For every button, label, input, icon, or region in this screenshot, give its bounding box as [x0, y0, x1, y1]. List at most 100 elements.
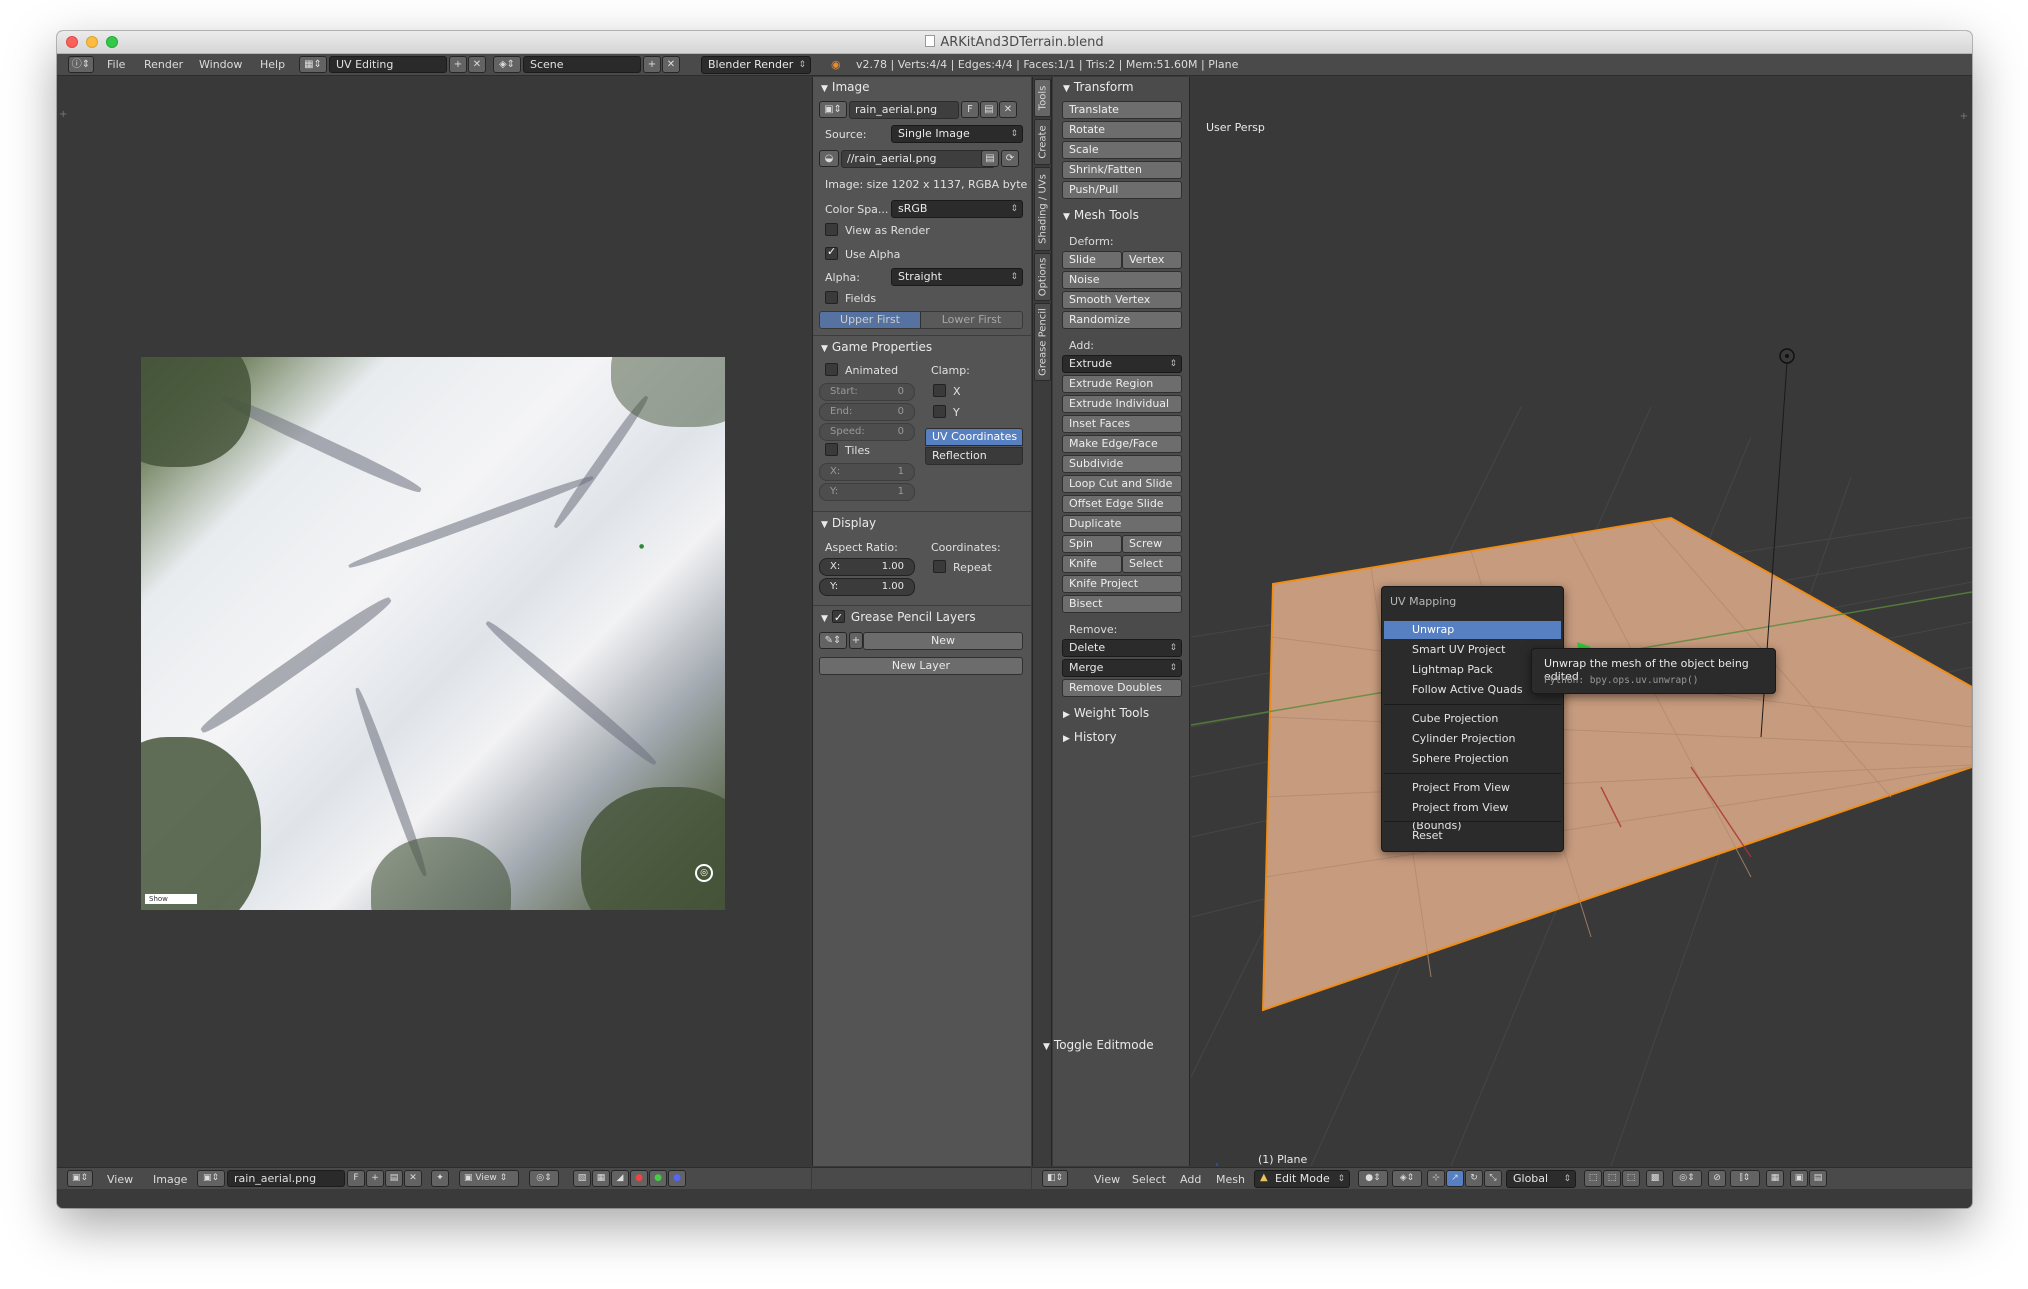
menu-render[interactable]: Render: [144, 58, 183, 71]
new-grease-pencil-button[interactable]: New: [863, 632, 1023, 650]
occlude-geometry-icon[interactable]: ▩: [1646, 1170, 1664, 1187]
panel-header-history[interactable]: ▶ History: [1053, 727, 1189, 747]
blue-channel-icon[interactable]: ●: [668, 1170, 686, 1187]
pivot-icon[interactable]: ◎⇕: [529, 1170, 559, 1187]
knife-select-button[interactable]: Select: [1122, 555, 1182, 573]
view-mode-dropdown[interactable]: ▣ View ⇕: [459, 1170, 519, 1187]
upper-first-toggle[interactable]: Upper First: [819, 311, 921, 329]
remove-doubles-button[interactable]: Remove Doubles: [1062, 679, 1182, 697]
inset-faces-button[interactable]: Inset Faces: [1062, 415, 1182, 433]
render-preview-icon[interactable]: ▣: [1790, 1170, 1808, 1187]
area-corner-icon[interactable]: +: [59, 109, 67, 120]
filepath-browse-icon[interactable]: ▤: [981, 150, 999, 167]
smooth-vertex-button[interactable]: Smooth Vertex: [1062, 291, 1182, 309]
tiles-checkbox[interactable]: [825, 443, 838, 456]
reload-icon[interactable]: ⟳: [1001, 150, 1019, 167]
rotate-button[interactable]: Rotate: [1062, 121, 1182, 139]
3d-editor-type-icon[interactable]: ◧⇕: [1042, 1170, 1068, 1187]
uv-fake-user-button[interactable]: F: [347, 1170, 365, 1187]
proportional-editing-icon[interactable]: ◎⇕: [1672, 1170, 1702, 1187]
extrude-individual-button[interactable]: Extrude Individual: [1062, 395, 1182, 413]
aspect-x-field[interactable]: X: 1.00: [819, 558, 915, 576]
aspect-y-field[interactable]: Y: 1.00: [819, 578, 915, 596]
shrink-fatten-button[interactable]: Shrink/Fatten: [1062, 161, 1182, 179]
slide-vertex-button[interactable]: Vertex: [1122, 251, 1182, 269]
tab-tools[interactable]: Tools: [1034, 79, 1051, 117]
panel-header-grease-pencil[interactable]: ▼Grease Pencil Layers: [813, 607, 1031, 628]
vertex-select-icon[interactable]: ⬚: [1584, 1170, 1602, 1187]
open-image-icon[interactable]: ▤: [980, 101, 998, 118]
use-alpha-checkbox[interactable]: [825, 245, 838, 260]
pivot-point-icon[interactable]: ◈⇕: [1392, 1170, 1422, 1187]
uv-coordinates-option[interactable]: UV Coordinates: [925, 428, 1023, 446]
unlink-image-icon[interactable]: ✕: [999, 101, 1017, 118]
source-dropdown[interactable]: Single Image: [891, 125, 1023, 143]
panel-header-weight-tools[interactable]: ▶ Weight Tools: [1053, 703, 1189, 723]
view-as-render-checkbox[interactable]: [825, 223, 838, 236]
render-animation-icon[interactable]: ▤: [1809, 1170, 1827, 1187]
scene-browse-icon[interactable]: ◈⇕: [493, 56, 521, 73]
alpha-icon[interactable]: ◢: [611, 1170, 629, 1187]
bisect-button[interactable]: Bisect: [1062, 595, 1182, 613]
info-editor-type-icon[interactable]: ⓘ⇕: [68, 56, 94, 73]
area-corner-icon-right[interactable]: +: [1960, 111, 1968, 122]
menu-item-unwrap[interactable]: Unwrap: [1384, 621, 1561, 639]
panel-header-game-properties[interactable]: ▼ Game Properties: [813, 337, 1031, 357]
subdivide-button[interactable]: Subdivide: [1062, 455, 1182, 473]
pin-icon[interactable]: ✦: [431, 1170, 449, 1187]
green-channel-icon[interactable]: ●: [649, 1170, 667, 1187]
uv-editor-type-icon[interactable]: ▣⇕: [67, 1170, 93, 1187]
grease-pencil-enable-checkbox[interactable]: [831, 608, 845, 628]
layout-browse-icon[interactable]: ▦⇕: [299, 56, 327, 73]
make-edge-face-button[interactable]: Make Edge/Face: [1062, 435, 1182, 453]
tab-shading-uvs[interactable]: Shading / UVs: [1034, 167, 1051, 251]
uv-open-image-icon[interactable]: ▤: [385, 1170, 403, 1187]
3d-menu-add[interactable]: Add: [1180, 1173, 1201, 1186]
layers-icon[interactable]: ▦: [1766, 1170, 1784, 1187]
translate-manipulator-icon[interactable]: ↗: [1446, 1170, 1464, 1187]
panel-header-display[interactable]: ▼ Display: [813, 513, 1031, 533]
menu-help[interactable]: Help: [260, 58, 285, 71]
3d-menu-select[interactable]: Select: [1132, 1173, 1166, 1186]
uv-image-name-field[interactable]: rain_aerial.png: [227, 1170, 345, 1187]
panel-header-image[interactable]: ▼ Image: [813, 77, 1031, 97]
scale-button[interactable]: Scale: [1062, 141, 1182, 159]
edge-select-icon[interactable]: ⬚: [1603, 1170, 1621, 1187]
scene-name-field[interactable]: Scene: [523, 56, 641, 73]
menu-item-sphere-projection[interactable]: Sphere Projection: [1384, 750, 1561, 768]
uv-menu-image[interactable]: Image: [153, 1173, 187, 1186]
filepath-field[interactable]: //rain_aerial.png: [841, 150, 995, 168]
end-field[interactable]: End: 0: [819, 403, 915, 421]
panel-header-transform[interactable]: ▼ Transform: [1053, 77, 1189, 97]
shading-icon[interactable]: ●⇕: [1358, 1170, 1388, 1187]
snap-element-icon[interactable]: ⫿⇕: [1730, 1170, 1760, 1187]
uv-image-editor[interactable]: + ● ◎ Show: [57, 77, 811, 1166]
image-name-field[interactable]: rain_aerial.png: [849, 101, 959, 119]
repeat-checkbox[interactable]: [933, 560, 946, 573]
checker-icon[interactable]: ▦: [592, 1170, 610, 1187]
animated-checkbox[interactable]: [825, 363, 838, 376]
3d-menu-mesh[interactable]: Mesh: [1216, 1173, 1245, 1186]
translate-button[interactable]: Translate: [1062, 101, 1182, 119]
uv-image-browse-icon[interactable]: ▣⇕: [197, 1170, 225, 1187]
fields-checkbox[interactable]: [825, 291, 838, 304]
panel-header-mesh-tools[interactable]: ▼ Mesh Tools: [1053, 205, 1189, 225]
3d-viewport[interactable]: User Persp +: [1191, 77, 1972, 1166]
randomize-button[interactable]: Randomize: [1062, 311, 1182, 329]
uv-menu-view[interactable]: View: [107, 1173, 133, 1186]
menu-item-cube-projection[interactable]: Cube Projection: [1384, 710, 1561, 728]
tab-options[interactable]: Options: [1034, 253, 1051, 301]
lower-first-toggle[interactable]: Lower First: [920, 311, 1023, 329]
extrude-region-button[interactable]: Extrude Region: [1062, 375, 1182, 393]
alpha-dropdown[interactable]: Straight: [891, 268, 1023, 286]
menu-item-cylinder-projection[interactable]: Cylinder Projection: [1384, 730, 1561, 748]
grease-pencil-add-icon[interactable]: +: [849, 632, 863, 649]
layout-remove-icon[interactable]: ✕: [468, 56, 486, 73]
clamp-y-checkbox[interactable]: [933, 405, 946, 418]
merge-dropdown[interactable]: Merge: [1062, 659, 1182, 677]
face-select-icon[interactable]: ⬚: [1622, 1170, 1640, 1187]
tile-y-field[interactable]: Y: 1: [819, 483, 915, 501]
knife-button[interactable]: Knife: [1062, 555, 1122, 573]
mode-dropdown[interactable]: Edit Mode: [1254, 1170, 1350, 1188]
spin-button[interactable]: Spin: [1062, 535, 1122, 553]
